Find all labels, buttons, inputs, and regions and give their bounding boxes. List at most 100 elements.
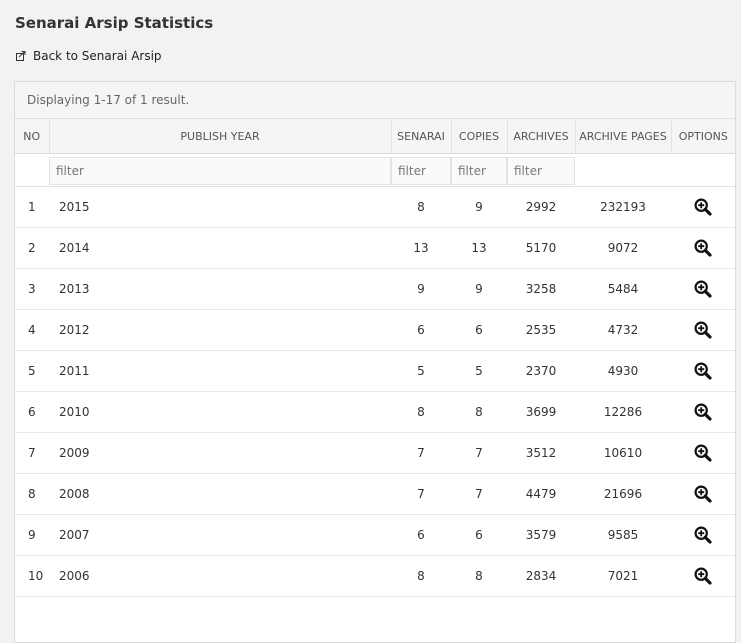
cell-archive-pages: 10610: [575, 432, 671, 474]
table-row: 4 2012 6 6 2535 4732: [15, 309, 735, 351]
cell-no: 10: [15, 555, 49, 597]
zoom-in-icon[interactable]: [694, 321, 712, 339]
cell-options: [671, 227, 735, 269]
cell-archives: 4479: [507, 473, 575, 515]
cell-publish-year: 2013: [49, 268, 391, 310]
cell-archives: 5170: [507, 227, 575, 269]
table-row: 5 2011 5 5 2370 4930: [15, 350, 735, 392]
cell-options: [671, 268, 735, 310]
cell-archive-pages: 9072: [575, 227, 671, 269]
cell-options: [671, 391, 735, 433]
cell-copies: 6: [451, 309, 507, 351]
col-header-archives[interactable]: ARCHIVES: [507, 119, 576, 154]
col-header-archive-pages[interactable]: ARCHIVE PAGES: [575, 119, 672, 154]
cell-senarai: 7: [391, 473, 451, 515]
cell-senarai: 8: [391, 391, 451, 433]
cell-archives: 2834: [507, 555, 575, 597]
cell-options: [671, 473, 735, 515]
table-row: 9 2007 6 6 3579 9585: [15, 514, 735, 556]
cell-archives: 3699: [507, 391, 575, 433]
cell-publish-year: 2014: [49, 227, 391, 269]
table-row: 7 2009 7 7 3512 10610: [15, 432, 735, 474]
cell-options: [671, 514, 735, 556]
zoom-in-icon[interactable]: [694, 526, 712, 544]
zoom-in-icon[interactable]: [694, 567, 712, 585]
cell-copies: 6: [451, 514, 507, 556]
cell-senarai: 8: [391, 186, 451, 228]
col-header-options: OPTIONS: [671, 119, 735, 154]
cell-options: [671, 309, 735, 351]
cell-copies: 13: [451, 227, 507, 269]
cell-publish-year: 2015: [49, 186, 391, 228]
cell-archives: 2992: [507, 186, 575, 228]
cell-no: 6: [15, 391, 49, 433]
zoom-in-icon[interactable]: [694, 198, 712, 216]
cell-archive-pages: 4930: [575, 350, 671, 392]
cell-publish-year: 2008: [49, 473, 391, 515]
cell-senarai: 9: [391, 268, 451, 310]
table-row: 10 2006 8 8 2834 7021: [15, 555, 735, 597]
cell-copies: 7: [451, 473, 507, 515]
cell-publish-year: 2010: [49, 391, 391, 433]
cell-senarai: 13: [391, 227, 451, 269]
cell-senarai: 7: [391, 432, 451, 474]
table-row: 3 2013 9 9 3258 5484: [15, 268, 735, 310]
cell-archive-pages: 12286: [575, 391, 671, 433]
cell-no: 2: [15, 227, 49, 269]
cell-archive-pages: 9585: [575, 514, 671, 556]
col-header-no[interactable]: NO: [15, 119, 50, 154]
cell-no: 1: [15, 186, 49, 228]
zoom-in-icon[interactable]: [694, 239, 712, 257]
cell-no: 4: [15, 309, 49, 351]
cell-archive-pages: 232193: [575, 186, 671, 228]
filter-row: [15, 153, 735, 187]
cell-options: [671, 350, 735, 392]
cell-no: 3: [15, 268, 49, 310]
table-row: 6 2010 8 8 3699 12286: [15, 391, 735, 433]
archives-filter-input[interactable]: [507, 156, 575, 185]
cell-copies: 9: [451, 268, 507, 310]
table-row: 2 2014 13 13 5170 9072: [15, 227, 735, 269]
cell-publish-year: 2011: [49, 350, 391, 392]
cell-archives: 3512: [507, 432, 575, 474]
cell-publish-year: 2009: [49, 432, 391, 474]
zoom-in-icon[interactable]: [694, 444, 712, 462]
cell-options: [671, 555, 735, 597]
cell-no: 8: [15, 473, 49, 515]
cell-senarai: 6: [391, 514, 451, 556]
cell-no: 9: [15, 514, 49, 556]
zoom-in-icon[interactable]: [694, 280, 712, 298]
header-row: NO PUBLISH YEAR SENARAI COPIES ARCHIVES …: [15, 119, 735, 154]
cell-no: 7: [15, 432, 49, 474]
cell-copies: 9: [451, 186, 507, 228]
back-link[interactable]: Back to Senarai Arsip: [16, 49, 162, 63]
cell-archives: 2370: [507, 350, 575, 392]
statistics-table: NO PUBLISH YEAR SENARAI COPIES ARCHIVES …: [15, 119, 735, 597]
copies-filter-input[interactable]: [451, 156, 507, 185]
zoom-in-icon[interactable]: [694, 485, 712, 503]
cell-archive-pages: 21696: [575, 473, 671, 515]
col-header-copies[interactable]: COPIES: [451, 119, 508, 154]
cell-publish-year: 2012: [49, 309, 391, 351]
page-title: Senarai Arsip Statistics: [15, 14, 214, 32]
publish-year-filter-input[interactable]: [49, 156, 391, 185]
cell-options: [671, 432, 735, 474]
cell-options: [671, 186, 735, 228]
senarai-filter-input[interactable]: [391, 156, 451, 185]
zoom-in-icon[interactable]: [694, 362, 712, 380]
cell-copies: 8: [451, 555, 507, 597]
grid-summary: Displaying 1-17 of 1 result.: [15, 82, 735, 119]
col-header-senarai[interactable]: SENARAI: [391, 119, 452, 154]
cell-archives: 2535: [507, 309, 575, 351]
statistics-grid: Displaying 1-17 of 1 result. NO PUBLISH …: [14, 81, 736, 643]
back-link-label: Back to Senarai Arsip: [33, 49, 162, 63]
cell-archives: 3258: [507, 268, 575, 310]
cell-archives: 3579: [507, 514, 575, 556]
table-row: 1 2015 8 9 2992 232193: [15, 186, 735, 228]
col-header-publish-year[interactable]: PUBLISH YEAR: [49, 119, 392, 154]
cell-copies: 7: [451, 432, 507, 474]
zoom-in-icon[interactable]: [694, 403, 712, 421]
cell-senarai: 6: [391, 309, 451, 351]
cell-senarai: 8: [391, 555, 451, 597]
table-row: 8 2008 7 7 4479 21696: [15, 473, 735, 515]
